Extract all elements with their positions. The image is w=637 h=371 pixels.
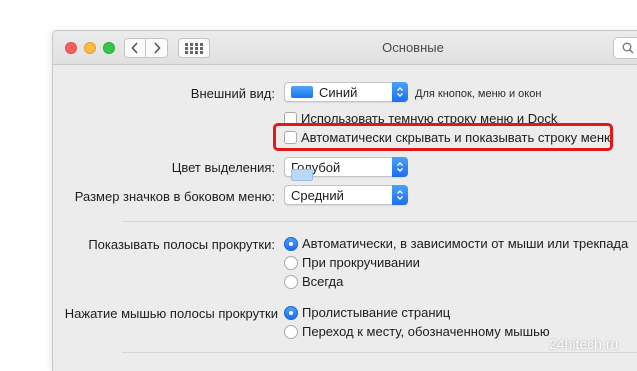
scroll-click-page-label: Пролистывание страниц xyxy=(302,305,451,320)
minimize-button[interactable] xyxy=(84,42,96,54)
window-title: Основные xyxy=(382,40,444,55)
scrollbars-automatic-label: Автоматически, в зависимости от мыши или… xyxy=(302,236,629,251)
titlebar: Основные xyxy=(53,31,637,65)
sidebar-icon-size-popup[interactable]: Средний xyxy=(284,185,408,205)
chevron-left-icon xyxy=(131,42,138,54)
sidebar-icon-size-label: Размер значков в боковом меню: xyxy=(74,189,275,204)
scroll-click-page-radio[interactable] xyxy=(284,306,298,320)
color-swatch xyxy=(291,86,313,98)
back-button[interactable] xyxy=(124,38,146,58)
search-icon xyxy=(622,42,634,54)
appearance-hint: Для кнопок, меню и окон xyxy=(415,88,542,100)
close-button[interactable] xyxy=(65,42,77,54)
highlight-color-label: Цвет выделения: xyxy=(171,160,275,175)
grid-icon xyxy=(185,42,203,54)
appearance-value: Синий xyxy=(319,84,358,100)
show-all-button[interactable] xyxy=(178,38,210,58)
highlight-color-popup[interactable]: Голубой xyxy=(284,157,408,181)
sidebar-icon-size-value: Средний xyxy=(291,187,344,203)
section-divider xyxy=(122,352,637,353)
watermark: 24hitech.ru xyxy=(549,336,619,352)
scroll-click-jump-label: Переход к месту, обозначенному мышью xyxy=(302,324,550,339)
appearance-popup[interactable]: Синий xyxy=(284,82,408,102)
scrollbars-always-radio[interactable] xyxy=(284,275,298,289)
scrollbars-always-label: Всегда xyxy=(302,274,344,289)
scrollbars-when-scrolling-label: При прокручивании xyxy=(302,255,420,270)
stepper-icon xyxy=(392,185,408,205)
color-swatch xyxy=(291,169,313,181)
show-scrollbars-label: Показывать полосы прокрутки: xyxy=(88,237,275,252)
callout-highlight-box xyxy=(273,123,613,151)
scroll-click-label: Нажатие мышью полосы прокрутки xyxy=(64,306,278,321)
forward-button[interactable] xyxy=(146,38,168,58)
chevron-right-icon xyxy=(153,42,161,54)
stepper-icon xyxy=(392,157,408,177)
section-divider xyxy=(122,221,637,222)
search-field[interactable] xyxy=(613,37,637,59)
stepper-icon xyxy=(392,82,408,102)
appearance-label: Внешний вид: xyxy=(190,86,275,101)
scrollbars-automatic-radio[interactable] xyxy=(284,237,298,251)
scrollbars-when-scrolling-radio[interactable] xyxy=(284,256,298,270)
scroll-click-jump-radio[interactable] xyxy=(284,325,298,339)
zoom-button[interactable] xyxy=(103,42,115,54)
